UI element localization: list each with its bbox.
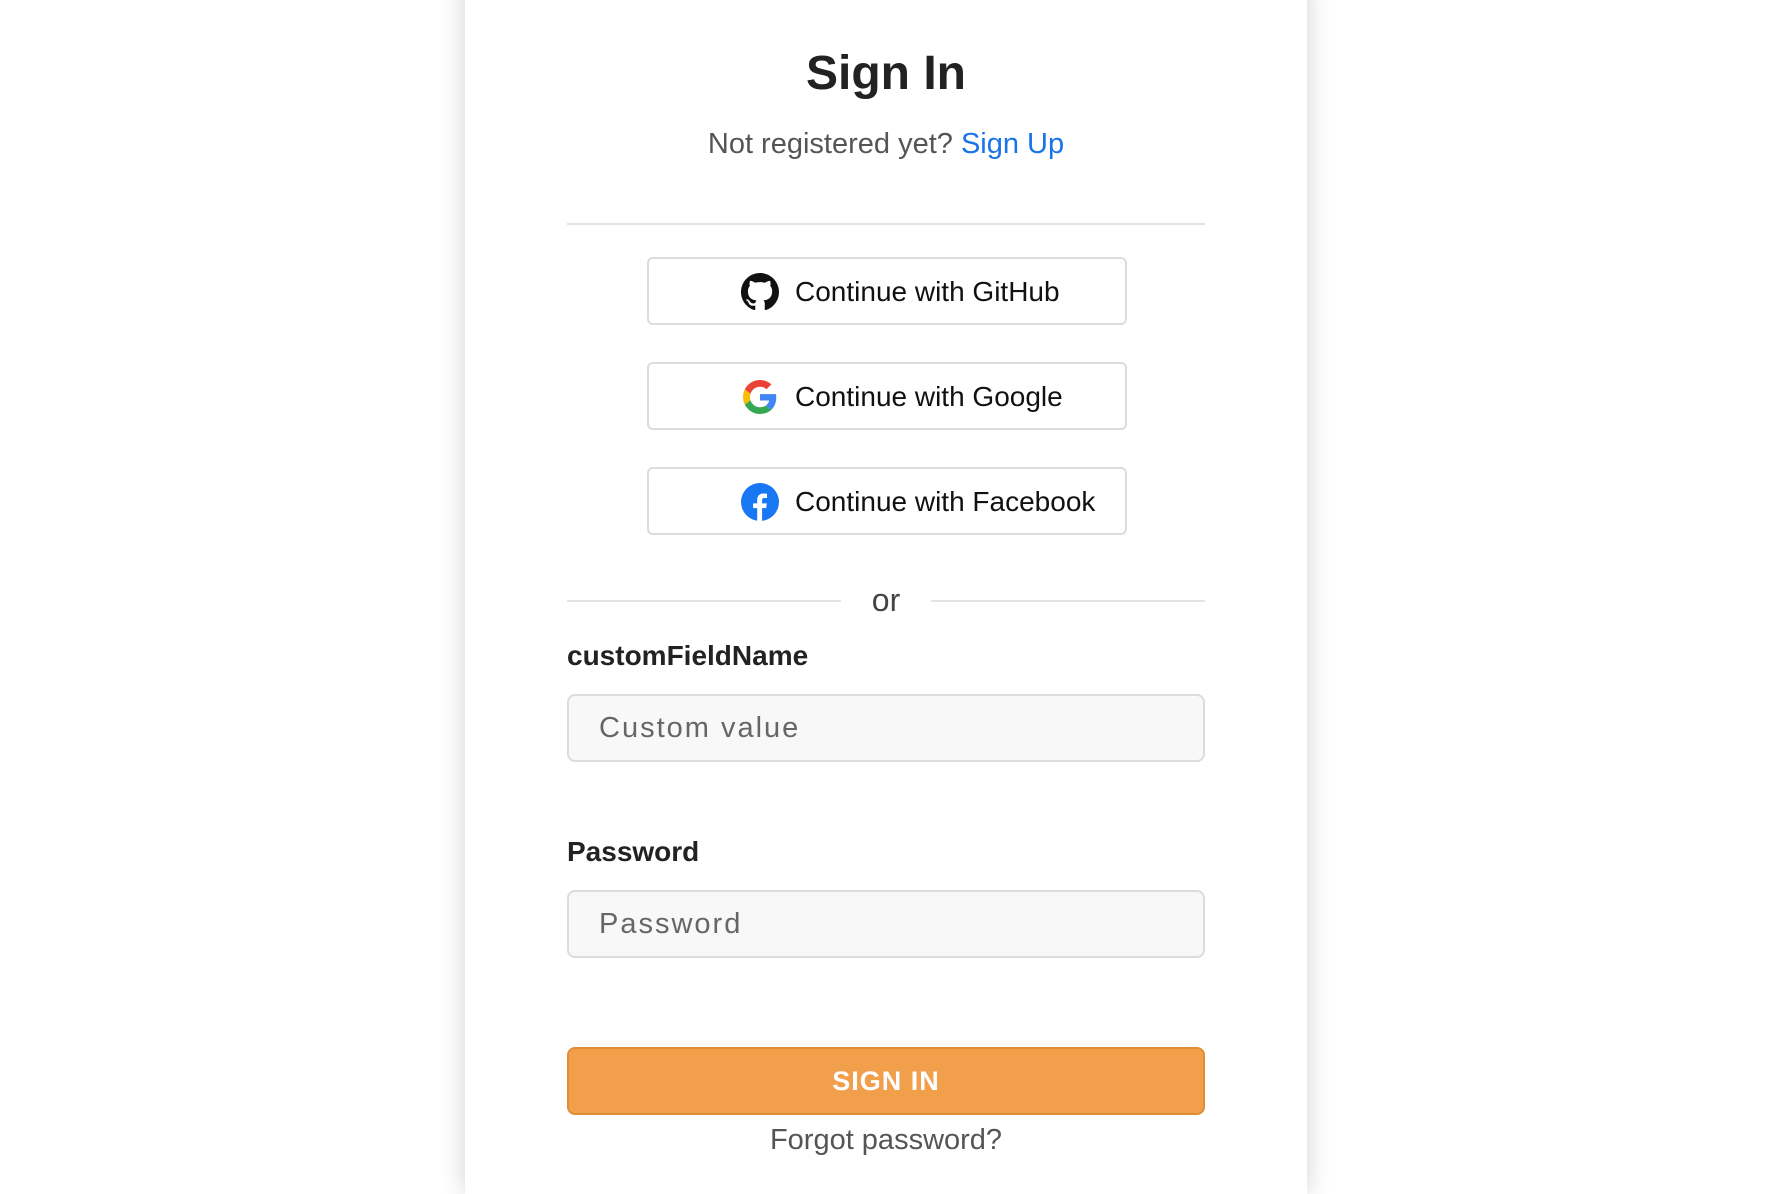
google-signin-button[interactable]: Continue with Google (647, 362, 1127, 430)
custom-field-label: customFieldName (567, 640, 809, 671)
or-separator: or (567, 580, 1205, 620)
signup-prompt: Not registered yet? Sign Up (567, 128, 1205, 161)
password-input[interactable] (567, 890, 1205, 958)
facebook-signin-button[interactable]: Continue with Facebook (647, 467, 1127, 535)
password-label: Password (567, 836, 700, 867)
google-icon (743, 380, 777, 414)
facebook-signin-label: Continue with Facebook (795, 486, 1096, 517)
sign-in-card: Sign In Not registered yet? Sign Up Cont… (465, 0, 1307, 1194)
github-signin-label: Continue with GitHub (795, 276, 1060, 307)
signup-prompt-text: Not registered yet? (707, 128, 953, 160)
or-line-right (931, 600, 1205, 602)
custom-field-input[interactable] (567, 694, 1205, 762)
forgot-password-link[interactable]: Forgot password? (567, 1124, 1205, 1157)
github-icon (741, 273, 779, 311)
facebook-icon (741, 483, 779, 521)
github-signin-button[interactable]: Continue with GitHub (647, 257, 1127, 325)
sign-up-link[interactable]: Sign Up (961, 128, 1064, 160)
header-divider (567, 223, 1205, 225)
page-title: Sign In (806, 47, 966, 100)
google-signin-label: Continue with Google (795, 381, 1063, 412)
sign-in-content: Sign In Not registered yet? Sign Up Cont… (567, 0, 1205, 1194)
sign-in-button[interactable]: SIGN IN (567, 1047, 1205, 1115)
